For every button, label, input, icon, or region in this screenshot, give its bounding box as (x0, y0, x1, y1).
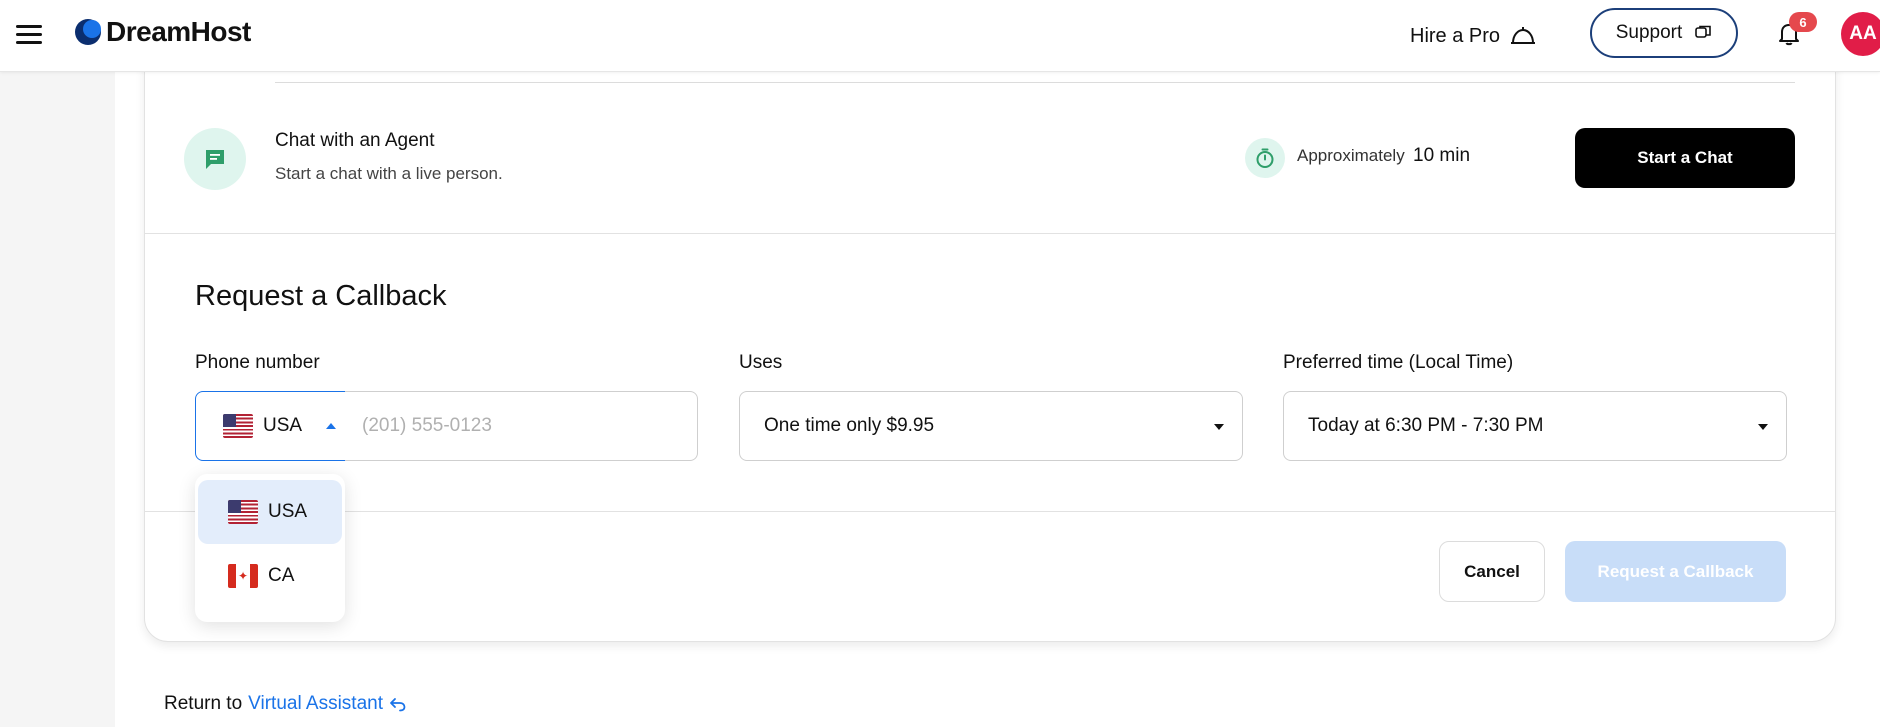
ca-flag-icon: ✦ (228, 564, 258, 588)
divider (145, 233, 1835, 234)
us-flag-icon (228, 500, 258, 524)
menu-icon[interactable] (16, 22, 44, 46)
uses-value: One time only $9.95 (764, 415, 935, 436)
dreamhost-logo-icon (75, 19, 101, 45)
caret-down-icon (1758, 424, 1768, 430)
divider (275, 82, 1795, 83)
support-button[interactable]: Support (1590, 8, 1738, 58)
time-select[interactable]: Today at 6:30 PM - 7:30 PM (1283, 391, 1787, 461)
cancel-button[interactable]: Cancel (1439, 541, 1545, 602)
start-chat-button[interactable]: Start a Chat (1575, 128, 1795, 188)
logo[interactable]: DreamHost (74, 14, 251, 50)
country-option-ca[interactable]: ✦ CA (198, 544, 342, 608)
country-select[interactable]: USA (195, 391, 346, 461)
country-option-usa[interactable]: USA (198, 480, 342, 544)
notification-badge: 6 (1789, 12, 1817, 32)
left-gutter (0, 72, 115, 727)
country-selected: USA (263, 415, 303, 436)
avatar[interactable]: AA (1841, 12, 1880, 56)
callback-title: Request a Callback (195, 280, 447, 312)
divider (145, 511, 1835, 512)
support-label: Support (1615, 22, 1683, 43)
virtual-assistant-link[interactable]: Virtual Assistant (248, 693, 383, 715)
us-flag-icon (223, 414, 253, 438)
chat-icon-badge (184, 128, 246, 190)
country-option-label: CA (268, 565, 295, 586)
caret-up-icon (326, 423, 337, 429)
chat-title: Chat with an Agent (275, 130, 435, 151)
chat-subtitle: Start a chat with a live person. (275, 164, 503, 183)
support-chat-icon (1695, 25, 1712, 38)
hire-pro-link[interactable]: Hire a Pro (1410, 18, 1536, 54)
phone-label: Phone number (195, 352, 320, 373)
country-dropdown: USA ✦ CA (195, 474, 345, 622)
country-option-label: USA (268, 501, 308, 522)
request-callback-button[interactable]: Request a Callback (1565, 541, 1786, 602)
timer-icon (1256, 148, 1274, 168)
wait-time-label: Approximately (1297, 146, 1405, 165)
time-label: Preferred time (Local Time) (1283, 352, 1514, 373)
return-prefix: Return to (164, 693, 243, 714)
phone-input[interactable] (345, 391, 698, 461)
caret-down-icon (1214, 424, 1224, 430)
return-link-row: Return to Virtual Assistant (164, 693, 407, 715)
return-arrow-icon[interactable] (389, 695, 407, 713)
wait-time-value: 10 min (1413, 145, 1471, 166)
chat-icon (206, 150, 224, 169)
uses-label: Uses (739, 352, 783, 373)
hire-pro-label: Hire a Pro (1410, 24, 1501, 47)
uses-select[interactable]: One time only $9.95 (739, 391, 1243, 461)
top-header: DreamHost Hire a Pro Support 6 AA (0, 0, 1880, 72)
timer-icon-badge (1245, 138, 1285, 178)
brand-name: DreamHost (106, 16, 251, 47)
hire-pro-icon (1511, 27, 1536, 44)
time-value: Today at 6:30 PM - 7:30 PM (1308, 415, 1544, 436)
